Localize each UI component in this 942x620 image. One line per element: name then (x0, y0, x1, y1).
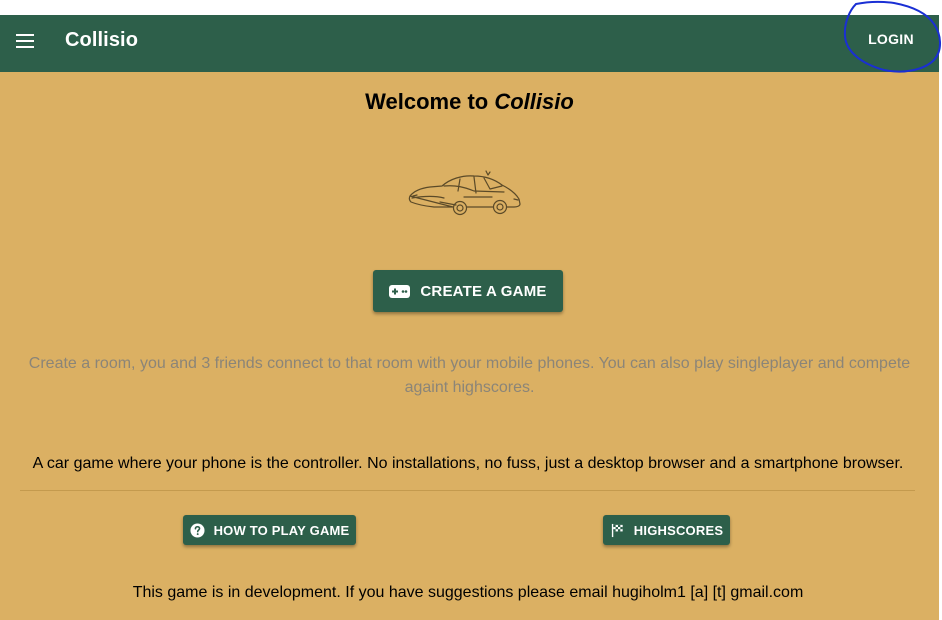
welcome-brand: Collisio (494, 89, 574, 114)
how-to-play-button[interactable]: HOW TO PLAY GAME (183, 515, 356, 545)
login-button[interactable]: LOGIN (856, 25, 926, 53)
highscores-button[interactable]: HIGHSCORES (603, 515, 730, 545)
welcome-prefix: Welcome to (365, 89, 489, 114)
tagline-text: A car game where your phone is the contr… (32, 455, 904, 472)
gamepad-icon (389, 284, 411, 298)
development-notice: This game is in development. If you have… (132, 584, 804, 601)
how-to-play-label: HOW TO PLAY GAME (213, 522, 350, 538)
car-logo-drawing (408, 170, 521, 216)
highscores-label: HIGHSCORES (633, 522, 724, 538)
app-title: Collisio (65, 29, 139, 51)
checkered-flag-icon (611, 523, 623, 537)
help-circle-icon (190, 522, 205, 538)
app-bar: Collisio LOGIN (0, 15, 939, 72)
game-description: Create a room, you and 3 friends connect… (28, 355, 911, 396)
menu-icon[interactable] (16, 34, 34, 48)
create-game-button[interactable]: CREATE A GAME (373, 270, 563, 312)
create-game-label: CREATE A GAME (420, 282, 547, 300)
welcome-heading: Welcome to Collisio (0, 89, 939, 115)
section-divider (20, 490, 915, 491)
page-background: Collisio LOGIN Welcome to Collisio CREAT… (0, 15, 939, 620)
